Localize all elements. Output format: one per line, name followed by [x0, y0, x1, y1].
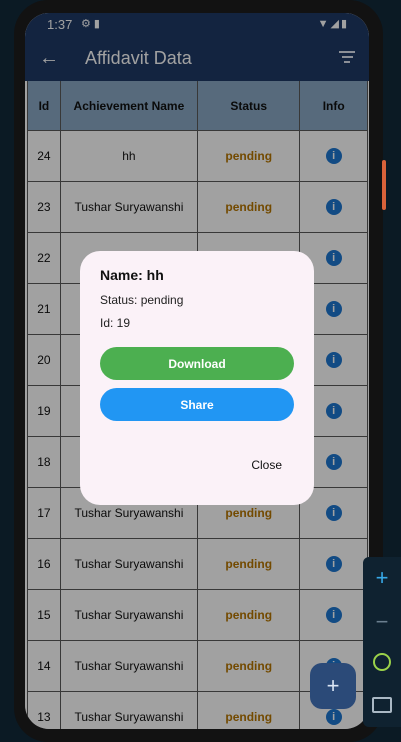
fit-screen-icon[interactable] — [363, 697, 401, 718]
magnifier-icon[interactable] — [363, 653, 401, 676]
device-side-button — [382, 160, 386, 210]
details-dialog: Name: hh Status: pending Id: 19 Download… — [80, 251, 314, 505]
close-button[interactable]: Close — [251, 458, 282, 472]
zoom-in-icon[interactable]: + — [363, 565, 401, 591]
dialog-id: Id: 19 — [100, 316, 131, 330]
zoom-out-icon[interactable]: − — [363, 609, 401, 635]
download-button[interactable]: Download — [100, 347, 294, 380]
zoom-controls: + − — [363, 557, 401, 727]
dialog-name: Name: hh — [100, 267, 164, 283]
dialog-status: Status: pending — [100, 293, 184, 307]
share-button[interactable]: Share — [100, 388, 294, 421]
app-screen: 1:37 ⚙ ▮ ▼◢▮ ← Affidavit Data Id Achieve… — [25, 13, 369, 729]
add-fab-button[interactable]: + — [310, 663, 356, 709]
